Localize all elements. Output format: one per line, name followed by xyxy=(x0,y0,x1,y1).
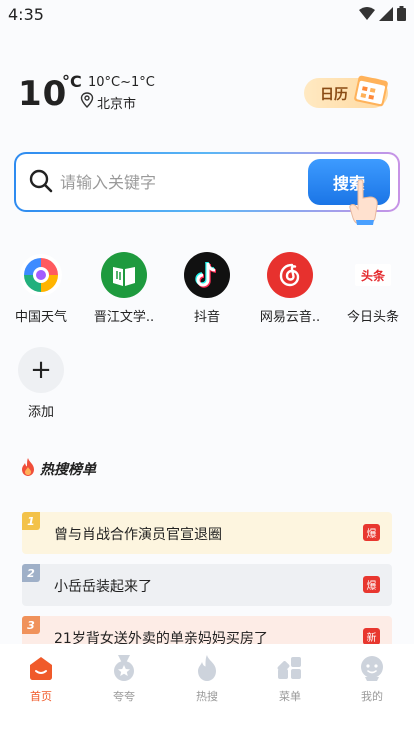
flame-icon xyxy=(177,654,237,682)
hot-list-item[interactable]: 1 曾与肖战合作演员官宣退圈 爆 xyxy=(22,512,392,554)
svg-text:头条: 头条 xyxy=(361,268,386,283)
new-badge: 新 xyxy=(363,628,380,645)
status-time: 4:35 xyxy=(8,5,44,24)
profile-icon xyxy=(342,654,402,682)
tab-kuakua[interactable]: 夸夸 xyxy=(94,654,154,704)
plus-icon: + xyxy=(18,347,64,393)
hot-item-title: 曾与肖战合作演员官宣退圈 xyxy=(54,527,222,543)
temperature: 10 xyxy=(18,74,68,114)
tab-profile[interactable]: 我的 xyxy=(342,654,402,704)
douyin-icon xyxy=(184,252,230,298)
location-pin-icon xyxy=(80,92,94,112)
rank-badge: 1 xyxy=(22,512,40,530)
app-china-weather[interactable]: 中国天气 xyxy=(1,252,81,325)
pointing-hand-icon xyxy=(348,178,380,230)
medal-icon xyxy=(94,654,154,682)
rank-badge: 3 xyxy=(22,616,40,634)
app-label: 今日头条 xyxy=(346,310,399,325)
hot-list-title: 热搜榜单 xyxy=(40,462,96,478)
app-jinjiang[interactable]: 晋江文学.. xyxy=(84,252,164,325)
app-label: 中国天气 xyxy=(14,310,67,325)
search-field-container: 搜索 xyxy=(16,154,398,210)
app-douyin[interactable]: 抖音 xyxy=(167,252,247,325)
app-label: 晋江文学.. xyxy=(93,310,155,325)
calendar-icon xyxy=(352,70,392,114)
search-bar: 搜索 xyxy=(14,152,400,212)
toutiao-icon: 头条 xyxy=(350,252,396,298)
battery-icon xyxy=(397,6,406,25)
wifi-icon xyxy=(359,6,375,25)
home-icon xyxy=(11,654,71,682)
weather-widget[interactable]: 10 °C 10°C~1°C 北京市 xyxy=(18,72,218,116)
app-label: 抖音 xyxy=(193,310,220,325)
temperature-range: 10°C~1°C xyxy=(88,75,155,90)
app-toutiao[interactable]: 头条 今日头条 xyxy=(333,252,413,325)
tab-label: 夸夸 xyxy=(113,690,135,703)
hot-item-title: 小岳岳装起来了 xyxy=(54,579,152,595)
status-icons xyxy=(359,6,406,25)
tab-menu[interactable]: 菜单 xyxy=(260,654,320,704)
search-input[interactable] xyxy=(60,164,300,200)
rank-badge: 2 xyxy=(22,564,40,582)
app-netease-music[interactable]: 网易云音.. xyxy=(250,252,330,325)
tab-label: 首页 xyxy=(30,690,52,703)
tab-label: 菜单 xyxy=(279,690,301,703)
hot-list-header: 热搜榜单 xyxy=(20,457,96,481)
temperature-unit: °C xyxy=(62,72,82,91)
explosive-badge: 爆 xyxy=(363,576,380,593)
china-weather-icon xyxy=(18,252,64,298)
bottom-tab-bar: 首页 夸夸 热搜 菜单 我的 xyxy=(0,644,414,736)
explosive-badge: 爆 xyxy=(363,524,380,541)
city-location: 北京市 xyxy=(80,92,136,112)
add-app-label: 添加 xyxy=(27,405,54,420)
calendar-label: 日历 xyxy=(320,87,348,103)
tab-label: 我的 xyxy=(361,690,383,703)
search-icon xyxy=(28,168,54,198)
tab-label: 热搜 xyxy=(196,690,218,703)
tab-hot-search[interactable]: 热搜 xyxy=(177,654,237,704)
city-name: 北京市 xyxy=(97,96,137,112)
status-bar: 4:35 xyxy=(0,0,414,30)
add-app-button[interactable]: + 添加 xyxy=(18,347,64,420)
calendar-button[interactable]: 日历 xyxy=(304,75,388,108)
netease-music-icon xyxy=(267,252,313,298)
jinjiang-icon xyxy=(101,252,147,298)
tab-home[interactable]: 首页 xyxy=(11,654,71,704)
app-label: 网易云音.. xyxy=(259,310,321,325)
flame-icon xyxy=(20,457,36,481)
app-shortcuts: 中国天气 晋江文学.. 抖音 网易云音.. 头条 今日头条 xyxy=(0,252,414,332)
signal-icon xyxy=(379,6,393,25)
grid-icon xyxy=(260,654,320,682)
hot-list-item[interactable]: 2 小岳岳装起来了 爆 xyxy=(22,564,392,606)
